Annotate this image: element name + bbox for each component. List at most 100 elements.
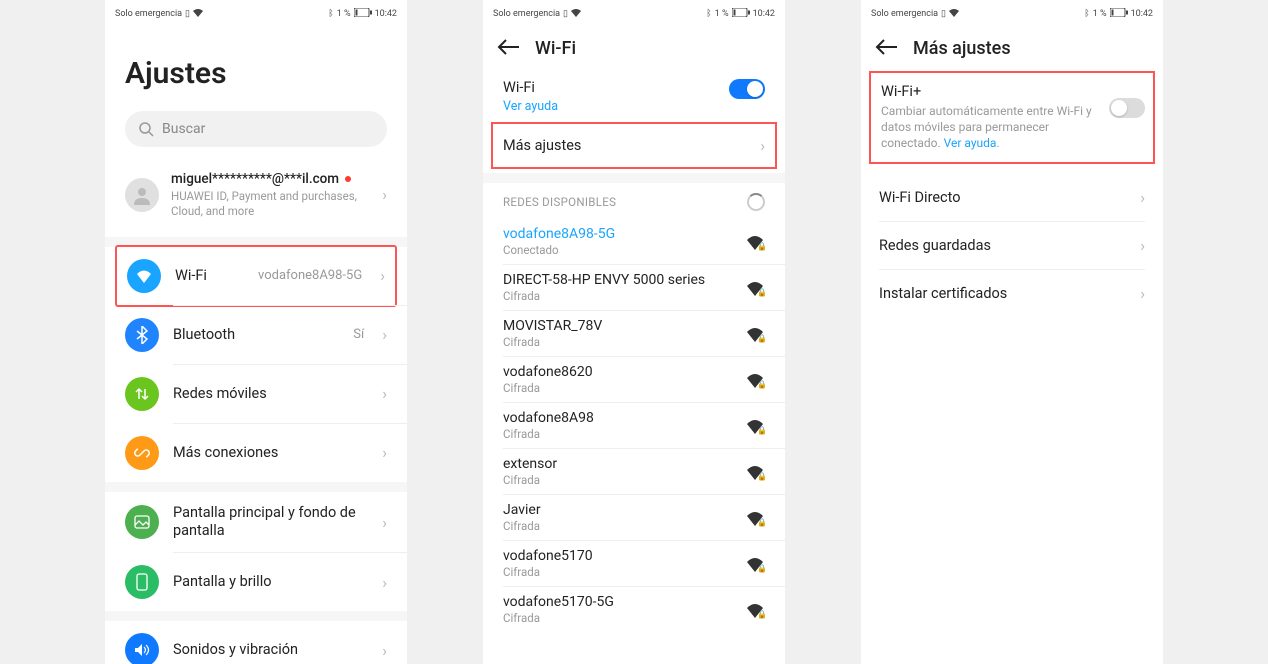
avatar	[125, 178, 159, 212]
wifi-signal-icon: 🔒	[745, 510, 765, 526]
battery-pct: 1 %	[715, 9, 729, 19]
settings-row-wifi[interactable]: Wi-Fi vodafone8A98-5G ›	[115, 245, 397, 307]
help-link[interactable]: Ver ayuda	[503, 99, 558, 114]
network-status: Cifrada	[503, 565, 733, 579]
settings-row-wallpaper[interactable]: Pantalla principal y fondo de pantalla ›	[105, 492, 407, 552]
network-status: Cifrada	[503, 611, 733, 625]
spinner-icon	[747, 193, 765, 211]
chevron-right-icon: ›	[382, 325, 387, 344]
account-row[interactable]: miguel**********@***il.com HUAWEI ID, Pa…	[105, 161, 407, 237]
emergency-text: Solo emergencia	[493, 9, 560, 19]
topbar: Wi-Fi	[483, 28, 785, 69]
battery-pct: 1 %	[1093, 9, 1107, 19]
wifi-plus-row[interactable]: Wi-Fi+ Cambiar automáticamente entre Wi-…	[869, 71, 1155, 164]
battery-pct: 1 %	[337, 9, 351, 19]
wifi-signal-icon: 🔒	[745, 418, 765, 434]
sim-icon: ▯	[563, 9, 568, 19]
network-name: DIRECT-58-HP ENVY 5000 series	[503, 272, 733, 288]
settings-row-mobile[interactable]: Redes móviles ›	[105, 365, 407, 423]
network-row[interactable]: vodafone5170-5G Cifrada 🔒	[483, 587, 785, 632]
section-title: REDES DISPONIBLES	[503, 195, 616, 209]
mobile-data-icon	[125, 377, 159, 411]
network-status: Cifrada	[503, 335, 733, 349]
network-name: vodafone8A98	[503, 410, 733, 426]
display-icon	[125, 565, 159, 599]
back-button[interactable]	[875, 39, 897, 59]
screen-wifi: Solo emergencia ▯ ᛒ 1 % 10:42 Wi-Fi Wi-F…	[483, 0, 785, 664]
network-row[interactable]: DIRECT-58-HP ENVY 5000 series Cifrada 🔒	[483, 265, 785, 310]
wifi-label: Wi-Fi	[503, 79, 558, 96]
search-icon	[139, 122, 154, 137]
bluetooth-icon	[125, 318, 159, 352]
sound-icon	[125, 633, 159, 664]
wifi-direct-row[interactable]: Wi-Fi Directo ›	[861, 174, 1163, 221]
install-certs-row[interactable]: Instalar certificados ›	[861, 270, 1163, 317]
network-row[interactable]: vodafone8A98-5G Conectado 🔒	[483, 219, 785, 264]
settings-row-sound[interactable]: Sonidos y vibración ›	[105, 621, 407, 664]
wifi-toggle[interactable]	[729, 79, 765, 99]
wallpaper-icon	[125, 505, 159, 539]
wallpaper-label: Pantalla principal y fondo de pantalla	[173, 504, 368, 540]
connections-label: Más conexiones	[173, 444, 368, 462]
wifi-signal-icon: 🔒	[745, 464, 765, 480]
wifi-plus-toggle[interactable]	[1109, 98, 1145, 118]
emergency-text: Solo emergencia	[115, 9, 182, 19]
network-name: extensor	[503, 456, 733, 472]
battery-icon	[732, 8, 750, 20]
saved-networks-row[interactable]: Redes guardadas ›	[861, 222, 1163, 269]
wifi-signal-icon: 🔒	[745, 280, 765, 296]
network-name: Javier	[503, 502, 733, 518]
lock-icon: 🔒	[757, 380, 767, 389]
network-status: Cifrada	[503, 427, 733, 441]
network-name: vodafone8A98-5G	[503, 226, 733, 242]
install-certs-label: Instalar certificados	[879, 285, 1007, 302]
chevron-right-icon: ›	[760, 136, 765, 155]
wifi-direct-label: Wi-Fi Directo	[879, 189, 961, 206]
page-title: Más ajustes	[913, 38, 1011, 59]
network-name: MOVISTAR_78V	[503, 318, 733, 334]
chevron-right-icon: ›	[382, 185, 387, 204]
clock: 10:42	[1131, 9, 1153, 19]
wifi-status-icon	[949, 9, 959, 20]
settings-row-bluetooth[interactable]: Bluetooth Sí ›	[105, 306, 407, 364]
statusbar: Solo emergencia ▯ ᛒ 1 % 10:42	[483, 0, 785, 28]
network-row[interactable]: extensor Cifrada 🔒	[483, 449, 785, 494]
screen-more-settings: Solo emergencia ▯ ᛒ 1 % 10:42 Más ajuste…	[861, 0, 1163, 664]
lock-icon: 🔒	[757, 426, 767, 435]
notification-dot-icon	[345, 176, 351, 182]
settings-row-connections[interactable]: Más conexiones ›	[105, 424, 407, 482]
mobile-label: Redes móviles	[173, 385, 368, 403]
search-input[interactable]: Buscar	[125, 111, 387, 147]
chevron-right-icon: ›	[382, 513, 387, 532]
statusbar: Solo emergencia ▯ ᛒ 1 % 10:42	[105, 0, 407, 28]
network-name: vodafone8620	[503, 364, 733, 380]
network-row[interactable]: MOVISTAR_78V Cifrada 🔒	[483, 311, 785, 356]
chevron-right-icon: ›	[382, 641, 387, 660]
wifi-toggle-row: Wi-Fi Ver ayuda	[483, 69, 785, 118]
lock-icon: 🔒	[757, 610, 767, 619]
wifi-signal-icon: 🔒	[745, 372, 765, 388]
saved-networks-label: Redes guardadas	[879, 237, 991, 254]
network-row[interactable]: vodafone5170 Cifrada 🔒	[483, 541, 785, 586]
network-status: Cifrada	[503, 473, 733, 487]
network-status: Conectado	[503, 243, 733, 257]
network-row[interactable]: vodafone8620 Cifrada 🔒	[483, 357, 785, 402]
back-button[interactable]	[497, 39, 519, 59]
lock-icon: 🔒	[757, 334, 767, 343]
networks-section-header: REDES DISPONIBLES	[483, 183, 785, 219]
screen-settings: Solo emergencia ▯ ᛒ 1 % 10:42 Ajustes Bu…	[105, 0, 407, 664]
bluetooth-icon: ᛒ	[706, 9, 711, 19]
network-row[interactable]: Javier Cifrada 🔒	[483, 495, 785, 540]
sim-icon: ▯	[185, 9, 190, 19]
more-settings-row[interactable]: Más ajustes ›	[491, 122, 777, 169]
lock-icon: 🔒	[757, 472, 767, 481]
wifi-icon	[127, 259, 161, 293]
settings-row-brightness[interactable]: Pantalla y brillo ›	[105, 553, 407, 611]
chevron-right-icon: ›	[382, 443, 387, 462]
wifi-signal-icon: 🔒	[745, 556, 765, 572]
page-title: Wi-Fi	[535, 38, 576, 59]
battery-icon	[354, 8, 372, 20]
help-link[interactable]: Ver ayuda	[944, 136, 997, 150]
network-row[interactable]: vodafone8A98 Cifrada 🔒	[483, 403, 785, 448]
chevron-right-icon: ›	[1140, 188, 1145, 207]
